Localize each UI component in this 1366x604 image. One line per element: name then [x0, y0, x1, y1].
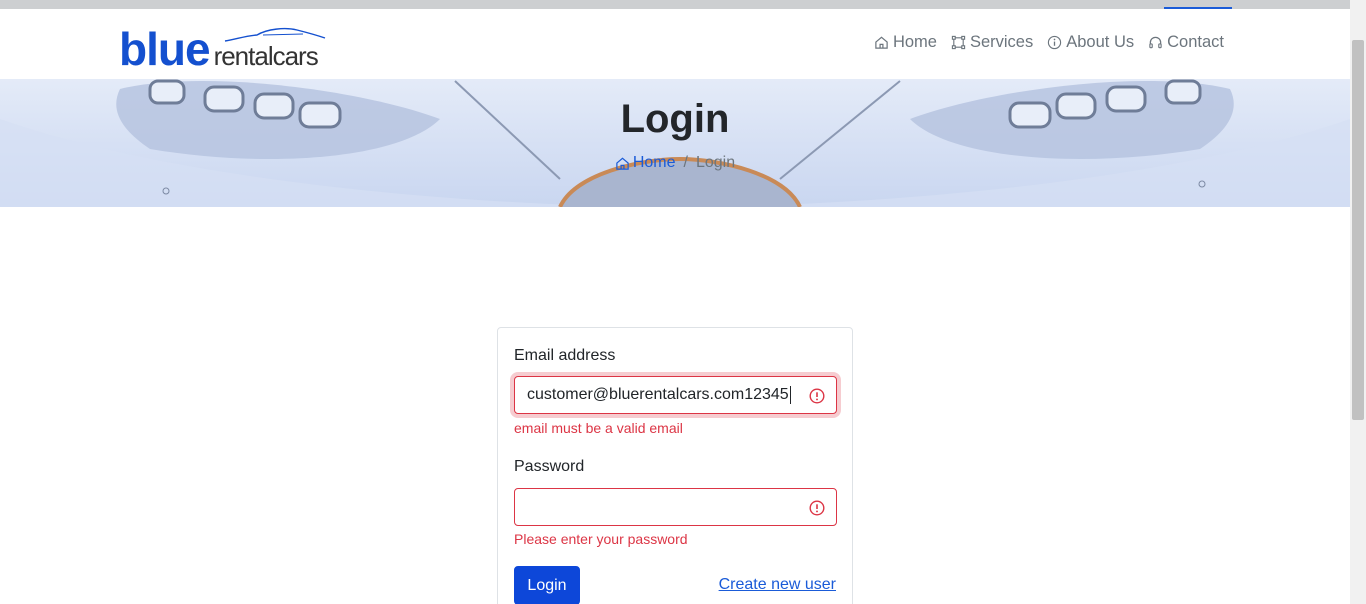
email-field-value: customer@bluerentalcars.com12345 [527, 386, 789, 403]
car-outline-icon [224, 27, 326, 42]
logo-primary-text: blue [119, 23, 211, 75]
nav-item-label: About Us [1066, 33, 1135, 51]
brand-logo[interactable]: blue rentalcars [119, 23, 326, 75]
nav-item-home[interactable]: Home [874, 33, 937, 52]
breadcrumb-home-label: Home [632, 154, 676, 171]
nav-item-label: Services [969, 33, 1034, 51]
login-button[interactable]: Login [514, 566, 580, 604]
nav-item-label: Contact [1167, 33, 1224, 51]
breadcrumb-separator: / [683, 154, 688, 171]
scrollbar-thumb[interactable] [1352, 40, 1364, 420]
home-icon [616, 157, 629, 170]
password-label: Password [514, 458, 585, 475]
scrollbar[interactable] [1350, 0, 1366, 604]
password-error-message: Please enter your password [514, 531, 688, 547]
login-card: Email address customer@bluerentalcars.co… [497, 327, 853, 604]
top-strip [0, 0, 1350, 9]
navbar: blue rentalcars Home Services About Us C… [0, 9, 1350, 79]
hero-banner: Login Home / Login [0, 79, 1350, 207]
email-field[interactable]: customer@bluerentalcars.com12345 [514, 376, 837, 414]
headset-icon [1149, 36, 1162, 49]
nav-item-label: Home [892, 33, 937, 51]
email-label: Email address [514, 347, 616, 364]
nav-item-contact[interactable]: Contact [1148, 33, 1224, 52]
nav-item-about[interactable]: About Us [1047, 33, 1134, 52]
text-caret [789, 386, 791, 404]
home-icon [875, 36, 888, 49]
logo-secondary-text: rentalcars [213, 41, 319, 71]
nav-links: Home Services About Us Contact [874, 33, 1224, 52]
nav-item-services[interactable]: Services [951, 33, 1033, 52]
page-title: Login [620, 97, 730, 141]
breadcrumb: Home / Login [0, 154, 1350, 172]
email-error-message: email must be a valid email [514, 420, 683, 436]
page: blue rentalcars Home Services About Us C… [0, 0, 1366, 604]
error-icon [809, 500, 825, 516]
password-field[interactable] [514, 488, 837, 526]
error-icon [809, 388, 825, 404]
breadcrumb-current: Login [695, 154, 736, 171]
create-new-user-link[interactable]: Create new user [719, 576, 836, 594]
services-icon [951, 35, 966, 50]
info-icon [1048, 35, 1062, 50]
breadcrumb-home-link[interactable]: Home [615, 154, 676, 172]
